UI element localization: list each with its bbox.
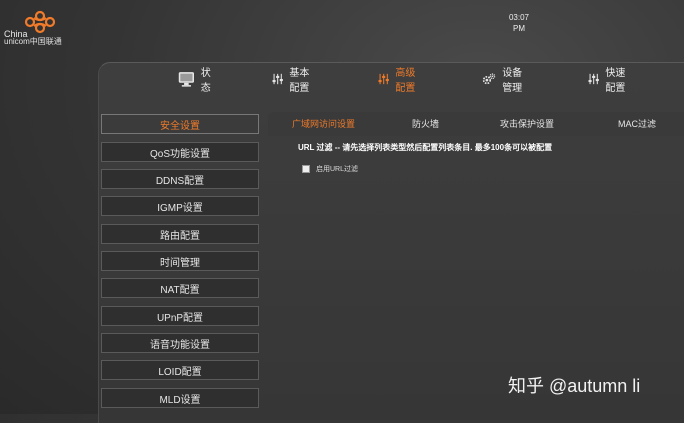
- enable-url-filter-checkbox[interactable]: [302, 165, 310, 173]
- sidebar-item-routing[interactable]: 路由配置: [101, 224, 259, 244]
- sidebar-item-mld[interactable]: MLD设置: [101, 388, 259, 408]
- nav-item-label: 设备管理: [502, 68, 523, 94]
- tab-mac-filter[interactable]: MAC过滤: [618, 112, 656, 136]
- nav-item-label: 状态: [200, 68, 211, 94]
- nav-item-label: 高级配置: [395, 68, 416, 94]
- nav-item-basic-config[interactable]: 基本配置: [272, 66, 310, 94]
- brand-text: China unicom中国联通: [4, 30, 62, 46]
- content-area: 广域网访问设置 防火墙 攻击保护设置 MAC过滤 URL 过滤 -- 请先选择列…: [268, 112, 684, 412]
- nav-item-label: 快速配置: [605, 68, 626, 94]
- enable-url-filter-label: 启用URL过滤: [316, 166, 359, 173]
- nav-item-quick-config[interactable]: 快速配置: [588, 66, 626, 94]
- brand-line2: unicom中国联通: [4, 37, 62, 46]
- sliders-icon: [272, 73, 283, 85]
- sidebar-item-voice[interactable]: 语音功能设置: [101, 333, 259, 353]
- sidebar-item-loid[interactable]: LOID配置: [101, 360, 259, 380]
- nav-item-device-management[interactable]: 设备管理: [482, 66, 524, 94]
- nav-item-status[interactable]: 状态: [178, 66, 216, 94]
- tab-attack-protection[interactable]: 攻击保护设置: [500, 112, 554, 136]
- sidebar-item-qos[interactable]: QoS功能设置: [101, 142, 259, 162]
- clock-ampm: PM: [513, 24, 525, 33]
- nav-item-advanced-config[interactable]: 高级配置: [378, 66, 416, 94]
- watermark: 知乎 @autumn li: [508, 376, 641, 396]
- sidebar-item-security[interactable]: 安全设置: [101, 114, 259, 134]
- enable-url-filter-row: 启用URL过滤: [302, 164, 358, 174]
- sliders-icon: [588, 73, 599, 85]
- sliders-icon: [378, 73, 389, 85]
- sidebar-item-upnp[interactable]: UPnP配置: [101, 306, 259, 326]
- url-filter-description: URL 过滤 -- 请先选择列表类型然后配置列表条目. 最多100条可以被配置: [298, 143, 553, 152]
- monitor-icon: [178, 72, 195, 87]
- sidebar-item-time[interactable]: 时间管理: [101, 251, 259, 271]
- clock: 03:07 PM: [502, 12, 536, 34]
- gears-icon: [482, 73, 496, 85]
- sidebar-item-igmp[interactable]: IGMP设置: [101, 196, 259, 216]
- sidebar-item-nat[interactable]: NAT配置: [101, 278, 259, 298]
- tab-wan-access[interactable]: 广域网访问设置: [292, 112, 355, 136]
- nav-item-label: 基本配置: [289, 68, 310, 94]
- sidebar-item-ddns[interactable]: DDNS配置: [101, 169, 259, 189]
- tab-firewall[interactable]: 防火墙: [412, 112, 439, 136]
- clock-time: 03:07: [508, 13, 530, 22]
- tab-bar: 广域网访问设置 防火墙 攻击保护设置 MAC过滤: [268, 112, 684, 136]
